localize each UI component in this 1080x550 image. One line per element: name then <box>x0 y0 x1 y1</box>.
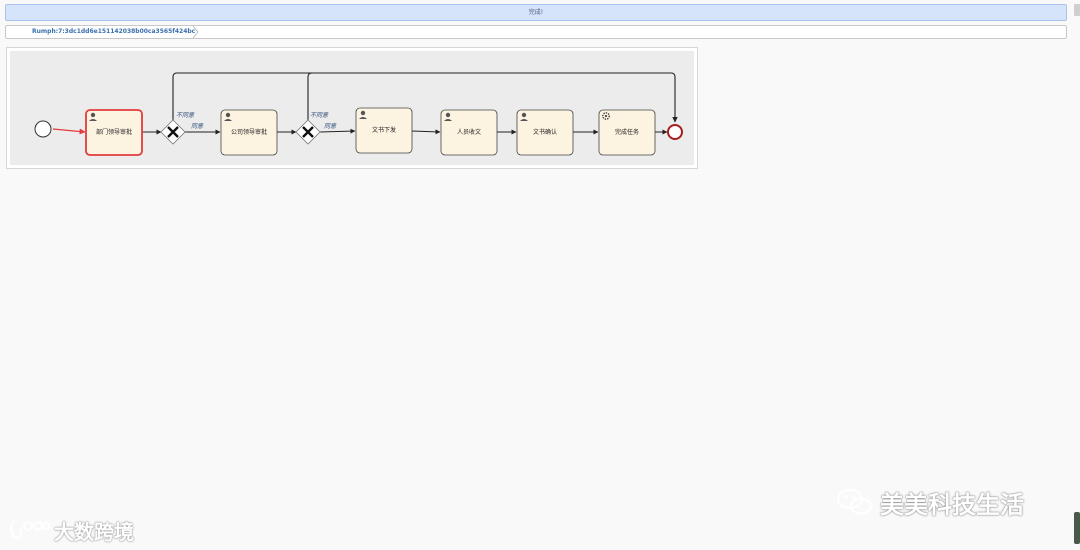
flow-gateway2-to-task3 <box>319 128 356 134</box>
flow-label-gateway2-reject: 不同意 <box>310 111 329 119</box>
watermark-left: 大数跨境 <box>8 516 134 544</box>
task-label: 公司领导审批 <box>231 128 267 136</box>
flow-label-gateway1-approve: 同意 <box>191 122 204 130</box>
task-document-issue[interactable]: 文书下发 <box>355 107 413 154</box>
flow-start-to-task1 <box>52 128 86 135</box>
task-label: 部门领导审批 <box>96 128 132 136</box>
task-label: 人员收文 <box>457 128 481 136</box>
task-label: 完成任务 <box>615 128 639 136</box>
task-complete[interactable]: 完成任务 <box>598 109 656 156</box>
wechat-icon <box>836 488 873 515</box>
watermark-logo-icon <box>10 520 50 540</box>
diagram-frame: 不同意 同意 不同意 同意 部门领导审批 公司领导审批 文书下发 人员收文 文书… <box>6 47 698 169</box>
diagram-canvas: 不同意 同意 不同意 同意 部门领导审批 公司领导审批 文书下发 人员收文 文书… <box>10 51 694 165</box>
watermark-right: 美美科技生活 <box>836 486 1024 519</box>
exclusive-gateway-2[interactable] <box>295 119 321 145</box>
breadcrumb-item-process[interactable]: Rumph:7:3dc1dd6e151142038b00ca3565f424bc <box>32 26 195 38</box>
task-document-confirm[interactable]: 文书确认 <box>516 109 574 156</box>
exclusive-gateway-1[interactable] <box>160 119 186 145</box>
end-event[interactable] <box>667 124 683 140</box>
flow-label-gateway2-approve: 同意 <box>324 122 337 130</box>
flow-label-gateway1-reject: 不同意 <box>176 111 195 119</box>
watermark-left-text: 大数跨境 <box>54 519 134 544</box>
task-label: 文书确认 <box>533 128 557 136</box>
start-event[interactable] <box>34 120 52 138</box>
watermark-right-text: 美美科技生活 <box>880 490 1024 519</box>
scroll-up-button[interactable] <box>1074 4 1080 16</box>
task-dept-leader-approval[interactable]: 部门领导审批 <box>85 109 143 156</box>
flow-task3-to-task4 <box>411 129 441 135</box>
breadcrumb-separator-icon <box>192 26 199 38</box>
task-company-leader-approval[interactable]: 公司领导审批 <box>220 109 278 156</box>
breadcrumb: Rumph:7:3dc1dd6e151142038b00ca3565f424bc <box>5 25 1067 39</box>
task-staff-receive[interactable]: 人员收文 <box>440 109 498 156</box>
task-label: 文书下发 <box>372 126 396 134</box>
status-bar: 完成! <box>5 4 1067 21</box>
scrollbar-thumb[interactable] <box>1074 512 1080 544</box>
process-diagram: 不同意 同意 不同意 同意 部门领导审批 公司领导审批 文书下发 人员收文 文书… <box>34 72 683 156</box>
